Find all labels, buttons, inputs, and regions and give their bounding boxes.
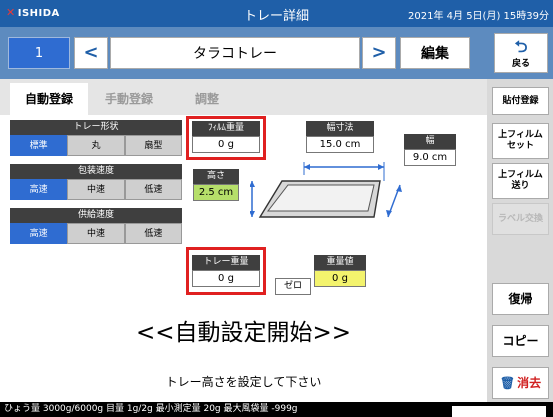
tray-weight-value[interactable]: 0 g — [192, 270, 260, 287]
tab-manual-register[interactable]: 手動登録 — [90, 83, 168, 115]
tray-weight-field[interactable]: トレー重量 0 g — [192, 255, 260, 287]
pack-speed-low[interactable]: 低速 — [124, 179, 182, 200]
height-label: 高さ — [193, 169, 239, 184]
datetime: 2021年 4月 5日(月) 15時39分 — [408, 11, 549, 22]
product-name: タラコトレー — [110, 37, 360, 69]
right-sidebar: 貼付登録 上フィルム セット 上フィルム 送り ラベル交換 復帰 コピー 🗑 消去 — [487, 79, 553, 402]
pack-speed-panel: 包装速度 高速 中速 低速 — [10, 164, 182, 200]
attach-register-button[interactable]: 貼付登録 — [492, 87, 549, 115]
pack-speed-label: 包装速度 — [10, 164, 182, 179]
record-number[interactable]: 1 — [8, 37, 70, 69]
zero-button[interactable]: ゼロ — [275, 278, 311, 295]
trash-icon: 🗑 — [499, 375, 516, 390]
film-weight-label: ﾌｨﾙﾑ重量 — [192, 121, 260, 136]
weight-value-display: 0 g — [314, 270, 366, 287]
width-dimension-field[interactable]: 幅寸法 15.0 cm — [306, 121, 374, 153]
feed-speed-high[interactable]: 高速 — [10, 223, 68, 244]
width-dimension-label: 幅寸法 — [306, 121, 374, 136]
tray-shape-label: トレー形状 — [10, 120, 182, 135]
tray-shape-standard[interactable]: 標準 — [10, 135, 68, 156]
weight-value-label: 重量値 — [314, 255, 366, 270]
weight-value-field: 重量値 0 g — [314, 255, 366, 287]
height-value[interactable]: 2.5 cm — [193, 184, 239, 201]
feed-speed-mid[interactable]: 中速 — [67, 223, 125, 244]
status-bar-field — [452, 406, 546, 417]
back-label: 戻る — [511, 59, 530, 69]
tray-shape-round[interactable]: 丸 — [67, 135, 125, 156]
restore-button[interactable]: 復帰 — [492, 283, 549, 315]
main-panel: トレー形状 標準 丸 扇型 包装速度 高速 中速 低速 供給速度 高速 中速 低… — [0, 115, 487, 402]
prev-button[interactable]: < — [74, 37, 108, 69]
tab-auto-register[interactable]: 自動登録 — [10, 83, 88, 115]
record-nav-bar: 1 < タラコトレー > 編集 ⮌ 戻る — [0, 27, 553, 79]
height-field[interactable]: 高さ 2.5 cm — [193, 169, 239, 201]
film-weight-field[interactable]: ﾌｨﾙﾑ重量 0 g — [192, 121, 260, 153]
title-bar: ✕ ISHIDA トレー詳細 2021年 4月 5日(月) 15時39分 — [0, 0, 553, 27]
film-weight-value[interactable]: 0 g — [192, 136, 260, 153]
return-arrow-icon: ⮌ — [514, 37, 528, 56]
tab-adjust[interactable]: 調整 — [168, 83, 246, 115]
top-film-set-button[interactable]: 上フィルム セット — [492, 123, 549, 159]
width-label: 幅 — [404, 134, 456, 149]
feed-speed-low[interactable]: 低速 — [124, 223, 182, 244]
tab-bar: 自動登録 手動登録 調整 — [0, 79, 487, 115]
label-change-button[interactable]: ラベル交換 — [492, 203, 549, 235]
pack-speed-high[interactable]: 高速 — [10, 179, 68, 200]
delete-button[interactable]: 🗑 消去 — [492, 367, 549, 399]
delete-label: 消去 — [517, 375, 542, 390]
feed-speed-label: 供給速度 — [10, 208, 182, 223]
width-dimension-value[interactable]: 15.0 cm — [306, 136, 374, 153]
feed-speed-panel: 供給速度 高速 中速 低速 — [10, 208, 182, 244]
instruction-text: トレー高さを設定して下さい — [165, 375, 322, 389]
next-button[interactable]: > — [362, 37, 396, 69]
tray-shape-panel: トレー形状 標準 丸 扇型 — [10, 120, 182, 156]
top-film-feed-button[interactable]: 上フィルム 送り — [492, 163, 549, 199]
tray-diagram — [250, 162, 402, 218]
edit-button[interactable]: 編集 — [400, 37, 470, 69]
back-button[interactable]: ⮌ 戻る — [494, 33, 548, 73]
pack-speed-mid[interactable]: 中速 — [67, 179, 125, 200]
auto-setting-start-message: <<自動設定開始>> — [135, 320, 352, 346]
copy-button[interactable]: コピー — [492, 325, 549, 357]
tray-shape-fan[interactable]: 扇型 — [124, 135, 182, 156]
tray-weight-label: トレー重量 — [192, 255, 260, 270]
